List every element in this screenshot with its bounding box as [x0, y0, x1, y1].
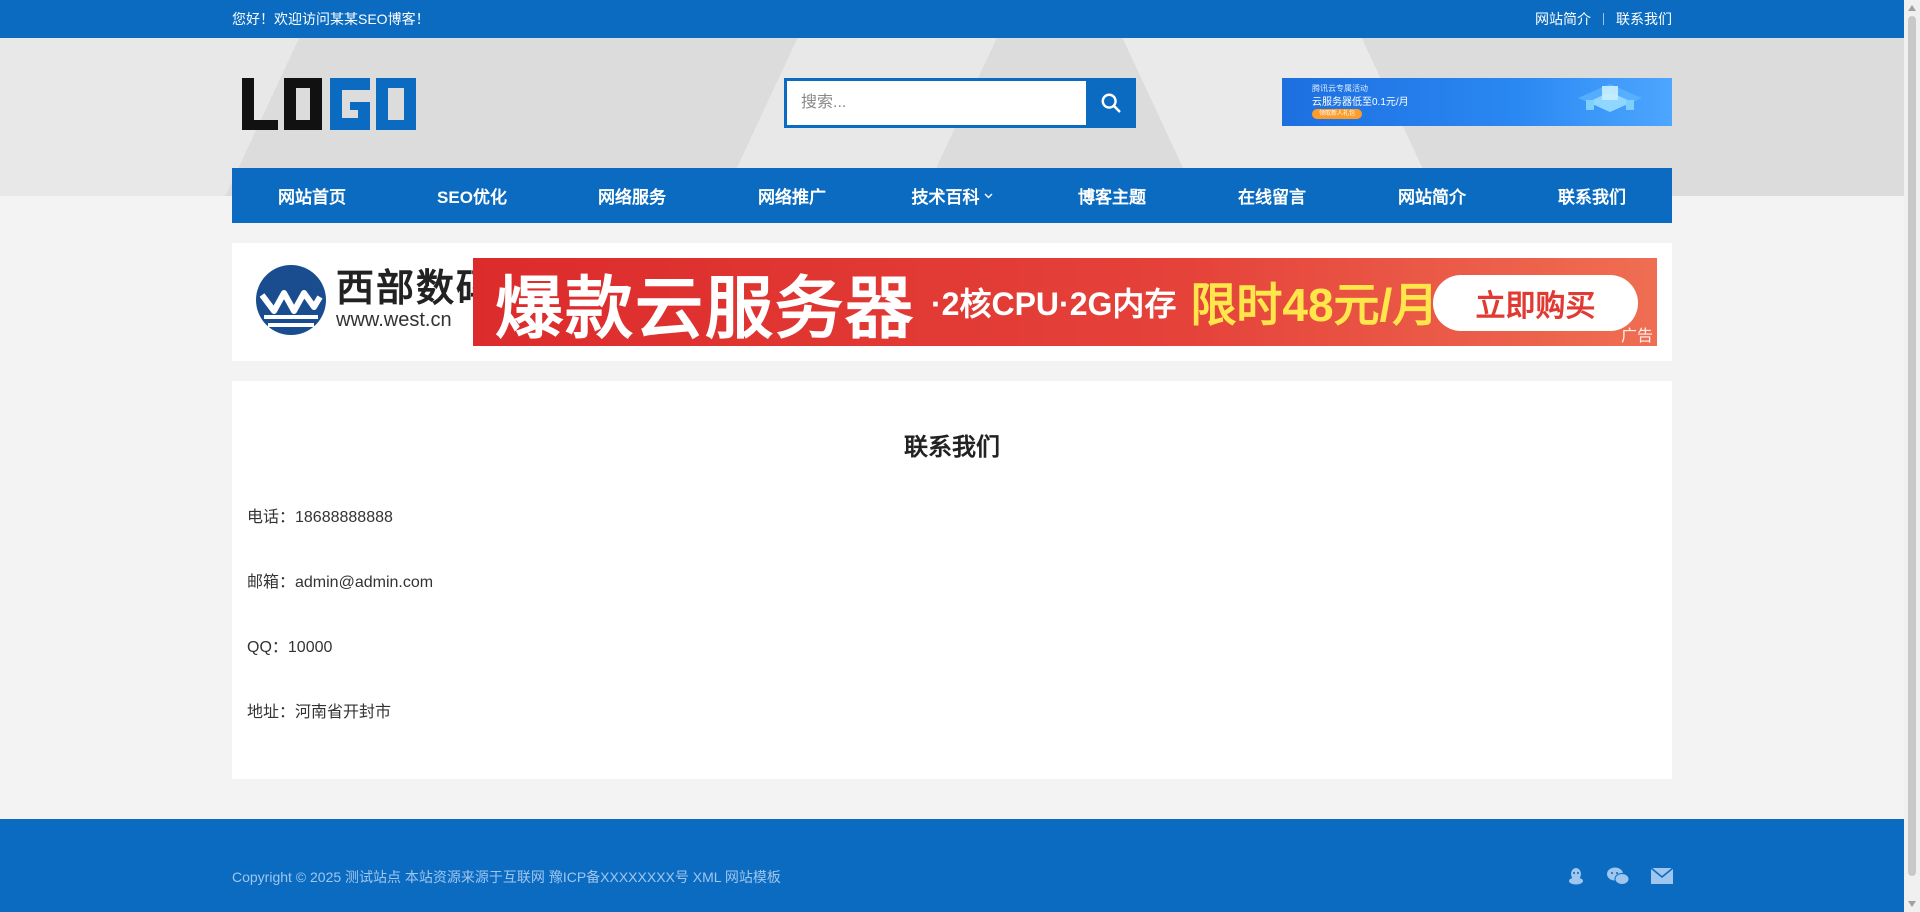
header-ad-cta: 领取新人礼包: [1312, 109, 1362, 119]
footer-copyright: Copyright © 2025 测试站点 本站资源来源于互联网 豫ICP备XX…: [232, 869, 781, 885]
nav-label: SEO优化: [437, 188, 507, 207]
page-scrollbar[interactable]: [1904, 0, 1920, 912]
topbar-divider: [1603, 13, 1604, 25]
nav-item-home[interactable]: 网站首页: [232, 168, 392, 223]
buy-now-button[interactable]: 立即购买: [1433, 275, 1638, 331]
nav-item-blog-themes[interactable]: 博客主题: [1032, 168, 1192, 223]
search-box: [784, 78, 1136, 128]
nav-item-tech-wiki[interactable]: 技术百科: [872, 168, 1032, 223]
top-bar: 您好！欢迎访问某某SEO博客！ 网站简介 联系我们: [0, 0, 1920, 38]
logo-icon: [242, 78, 416, 130]
ad-tag: 广告: [1620, 328, 1653, 345]
topbar-link-contact[interactable]: 联系我们: [1616, 9, 1672, 29]
nav-label: 网站首页: [278, 188, 346, 207]
search-button[interactable]: [1086, 78, 1136, 128]
footer: Copyright © 2025 测试站点 本站资源来源于互联网 豫ICP备XX…: [0, 819, 1904, 912]
nav-label: 网络推广: [758, 188, 826, 207]
contact-address: 地址：河南省开封市: [247, 704, 392, 721]
west-brand-url: www.west.cn: [336, 308, 452, 331]
page-title: 联系我们: [904, 434, 1000, 461]
nav-item-guestbook[interactable]: 在线留言: [1192, 168, 1352, 223]
nav-label: 网络服务: [598, 188, 666, 207]
west-brand: 西部数码 www.west.cn: [254, 263, 496, 337]
search-icon: [1101, 93, 1121, 113]
header-ad-banner[interactable]: 腾讯云专属活动 云服务器低至0.1元/月 领取新人礼包: [1282, 78, 1672, 126]
banner-headline: 爆款云服务器: [495, 270, 916, 347]
qq-icon[interactable]: [1566, 866, 1586, 886]
banner-red-panel: 爆款云服务器 ·2核CPU·2G内存 限时48元/月 立即购买 广告: [473, 258, 1657, 346]
west-brand-name: 西部数码: [336, 267, 497, 310]
banner-ad[interactable]: 西部数码 www.west.cn 爆款云服务器 ·2核CPU·2G内存 限时48…: [232, 243, 1672, 361]
search-input[interactable]: [784, 78, 1086, 128]
wechat-icon[interactable]: [1606, 866, 1630, 886]
site-logo[interactable]: [240, 76, 420, 132]
email-icon[interactable]: [1650, 867, 1674, 885]
footer-social-icons: [1566, 866, 1674, 886]
content-card: 联系我们 电话：18688888888 邮箱：admin@admin.com Q…: [232, 381, 1672, 779]
contact-phone: 电话：18688888888: [247, 509, 393, 526]
nav-label: 联系我们: [1558, 188, 1626, 207]
server-illustration-icon: [1578, 84, 1642, 112]
nav-item-contact[interactable]: 联系我们: [1512, 168, 1672, 223]
west-logo-icon: [256, 265, 326, 335]
contact-qq: QQ：10000: [247, 639, 333, 656]
welcome-text: 您好！欢迎访问某某SEO博客！: [232, 11, 430, 27]
header-ad-line2: 云服务器低至0.1元/月: [1312, 97, 1409, 108]
main-nav: 网站首页 SEO优化 网络服务 网络推广 技术百科 博客主题 在线留言 网站简介…: [232, 168, 1672, 223]
banner-spec: ·2核CPU·2G内存: [931, 286, 1177, 322]
banner-promo: 限时48元/月: [1190, 279, 1439, 331]
nav-label: 博客主题: [1078, 188, 1146, 207]
nav-label: 网站简介: [1398, 188, 1466, 207]
contact-email: 邮箱：admin@admin.com: [247, 574, 434, 591]
nav-item-seo[interactable]: SEO优化: [392, 168, 552, 223]
scroll-up-icon[interactable]: [1907, 3, 1917, 13]
scrollbar-thumb[interactable]: [1908, 16, 1916, 876]
nav-item-about[interactable]: 网站简介: [1352, 168, 1512, 223]
nav-item-promotion[interactable]: 网络推广: [712, 168, 872, 223]
scroll-down-icon[interactable]: [1907, 899, 1917, 909]
nav-label: 在线留言: [1238, 188, 1306, 207]
nav-item-services[interactable]: 网络服务: [552, 168, 712, 223]
nav-label: 技术百科: [911, 188, 980, 207]
topbar-link-about[interactable]: 网站简介: [1535, 9, 1591, 29]
chevron-down-icon: [984, 193, 992, 198]
